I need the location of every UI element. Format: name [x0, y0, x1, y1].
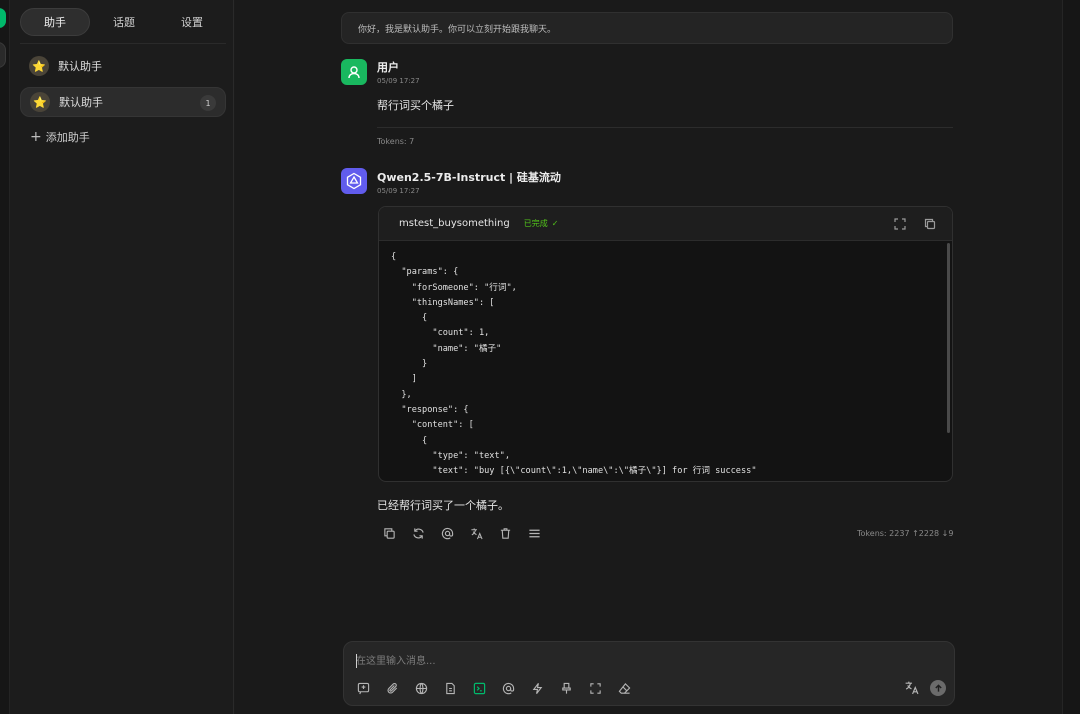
copy-icon[interactable] — [923, 217, 937, 231]
model-name: Qwen2.5-7B-Instruct | 硅基流动 — [377, 171, 561, 184]
topic-count-badge: 1 — [200, 95, 216, 111]
quick-phrase-icon[interactable] — [529, 680, 546, 697]
model-token-count: Tokens: 2237 ↑2228 ↓9 — [857, 529, 954, 538]
attachment-icon[interactable] — [384, 680, 401, 697]
mention-icon[interactable] — [439, 525, 456, 542]
fullscreen-icon[interactable] — [587, 680, 604, 697]
mcp-server-icon[interactable] — [471, 680, 488, 697]
message-actions — [381, 525, 543, 542]
user-token-count: Tokens: 7 — [377, 137, 415, 146]
tool-status-badge: 已完成 ✓ — [524, 218, 559, 229]
text-caret — [356, 654, 357, 668]
app-avatar[interactable] — [0, 8, 6, 28]
tab-assistants[interactable]: 助手 — [20, 8, 90, 36]
arrow-up-icon — [934, 683, 942, 692]
side-rail — [0, 0, 10, 714]
clear-eraser-icon[interactable] — [616, 680, 633, 697]
knowledge-base-icon[interactable] — [442, 680, 459, 697]
translate-input-icon[interactable] — [904, 680, 921, 697]
tab-settings[interactable]: 设置 — [158, 8, 226, 36]
add-assistant-label: 添加助手 — [45, 131, 90, 144]
user-message-text: 帮行词买个橘子 — [377, 99, 454, 112]
star-icon: ⭐ — [29, 56, 49, 76]
user-avatar-icon — [341, 59, 367, 85]
model-message-time: 05/09 17:27 — [377, 187, 420, 195]
welcome-message: 你好，我是默认助手。你可以立刻开始跟我聊天。 — [341, 12, 953, 44]
divider — [20, 43, 226, 44]
translate-icon[interactable] — [468, 525, 485, 542]
message-divider — [377, 127, 953, 128]
expand-icon[interactable] — [893, 217, 907, 231]
new-topic-icon[interactable] — [355, 680, 372, 697]
message-composer — [343, 641, 955, 706]
delete-icon[interactable] — [497, 525, 514, 542]
assistant-sidebar: 助手 话题 设置 ⭐ 默认助手 ⭐ 默认助手 1 + 添加助手 — [10, 0, 234, 714]
assistant-name: 默认助手 — [59, 96, 103, 109]
user-name: 用户 — [377, 61, 399, 74]
composer-toolbar — [355, 680, 633, 697]
tool-status-label: 已完成 — [523, 219, 548, 228]
tool-call-header[interactable]: mstest_buysomething 已完成 ✓ — [379, 207, 952, 241]
sidebar-tabs: 助手 话题 设置 — [20, 8, 226, 36]
tool-call-json: { "params": { "forSomeone": "行词", "thing… — [391, 252, 757, 477]
send-button[interactable] — [930, 680, 946, 696]
assistant-name: 默认助手 — [58, 60, 102, 73]
tool-name: mstest_buysomething — [399, 218, 510, 229]
pin-icon[interactable] — [558, 680, 575, 697]
chat-area: 你好，我是默认助手。你可以立刻开始跟我聊天。 用户 05/09 17:27 帮行… — [235, 0, 1062, 714]
plus-icon: + — [30, 129, 42, 145]
right-panel-edge — [1062, 0, 1080, 714]
menu-icon[interactable] — [526, 525, 543, 542]
user-message-time: 05/09 17:27 — [377, 77, 420, 85]
assistant-item[interactable]: ⭐ 默认助手 — [20, 51, 226, 81]
regenerate-icon[interactable] — [410, 525, 427, 542]
check-icon: ✓ — [551, 219, 559, 228]
assistant-item-active[interactable]: ⭐ 默认助手 1 — [20, 87, 226, 117]
add-assistant-button[interactable]: + 添加助手 — [30, 129, 90, 145]
model-message-text: 已经帮行词买了一个橘子。 — [377, 499, 509, 512]
scrollbar[interactable] — [947, 243, 950, 433]
copy-icon[interactable] — [381, 525, 398, 542]
web-search-icon[interactable] — [413, 680, 430, 697]
tool-call-card: mstest_buysomething 已完成 ✓ { "params": { "… — [378, 206, 953, 482]
rail-button[interactable] — [0, 42, 6, 68]
model-avatar-icon — [341, 168, 367, 194]
star-icon: ⭐ — [30, 92, 50, 112]
mention-model-icon[interactable] — [500, 680, 517, 697]
message-input[interactable] — [356, 653, 876, 669]
tab-topics[interactable]: 话题 — [90, 8, 158, 36]
